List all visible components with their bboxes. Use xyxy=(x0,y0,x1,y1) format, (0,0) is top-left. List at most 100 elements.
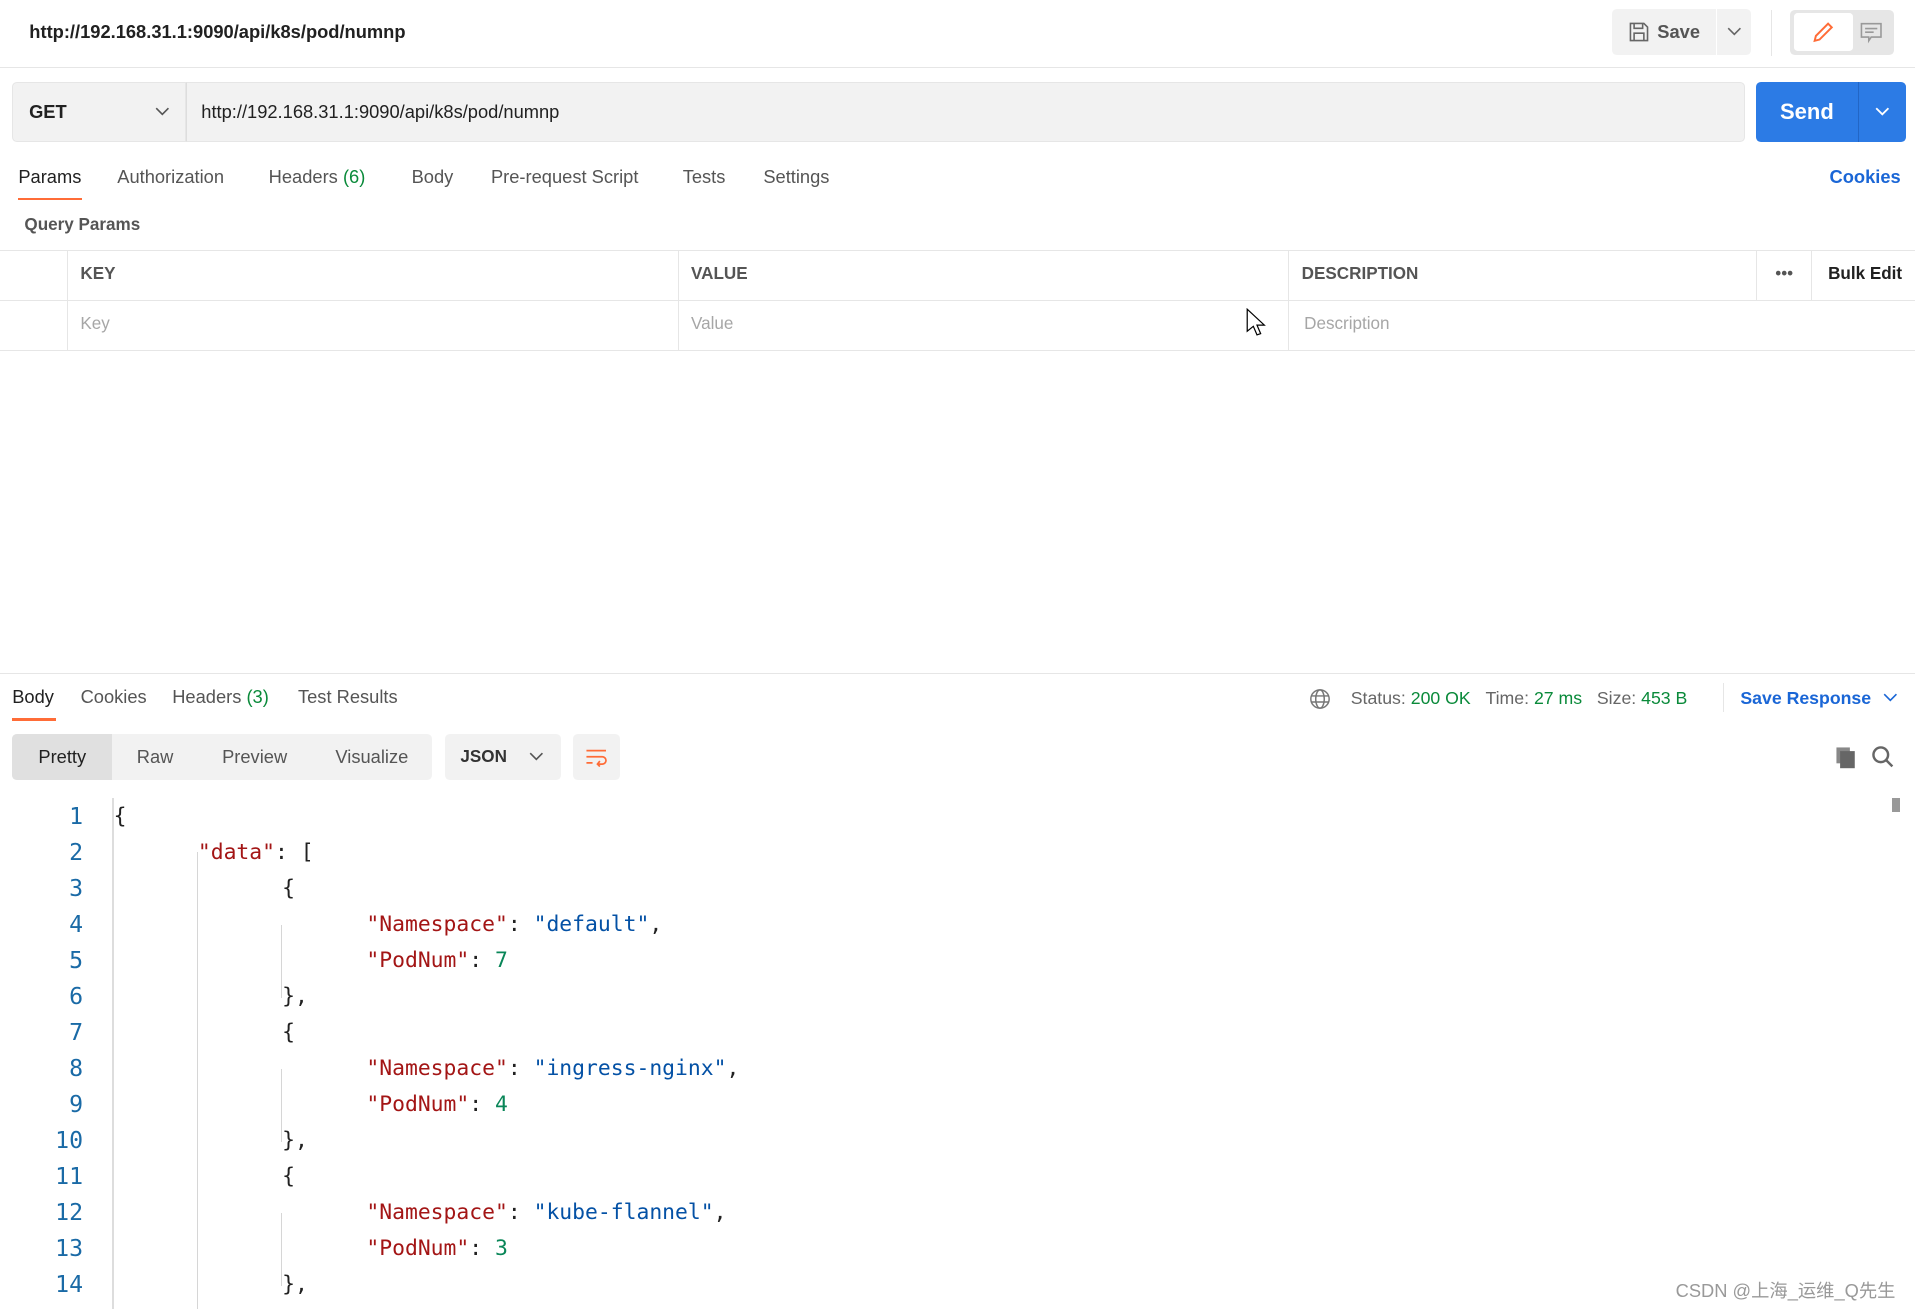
request-title[interactable]: http://192.168.31.1:9090/api/k8s/pod/num… xyxy=(29,21,405,43)
time-label: Time: xyxy=(1485,687,1530,708)
size-value[interactable]: 453 B xyxy=(1641,688,1687,708)
wrap-lines-button[interactable] xyxy=(572,734,621,781)
save-dropdown-button[interactable] xyxy=(1717,8,1752,55)
column-description: DESCRIPTION xyxy=(1288,251,1756,301)
url-input[interactable] xyxy=(185,81,1746,142)
json-token: { xyxy=(282,875,295,901)
format-value: JSON xyxy=(460,747,507,767)
code-line: "PodNum": 7 xyxy=(366,943,508,979)
line-number: 9 xyxy=(69,1090,84,1118)
json-token: }, xyxy=(282,1127,308,1153)
value-input[interactable]: Value xyxy=(677,301,1289,351)
save-response-button[interactable]: Save Response xyxy=(1740,688,1898,709)
code-line: }, xyxy=(282,979,308,1015)
time-value[interactable]: 27 ms xyxy=(1534,688,1582,708)
indent-guide xyxy=(280,1068,283,1142)
status-value[interactable]: 200 OK xyxy=(1411,688,1471,708)
view-toggle xyxy=(1790,9,1895,55)
tab-settings[interactable]: Settings xyxy=(763,166,829,188)
json-token: "Namespace" xyxy=(366,911,508,937)
tab-pre-request-script[interactable]: Pre-request Script xyxy=(491,166,638,188)
json-token: { xyxy=(282,1164,295,1189)
copy-icon[interactable] xyxy=(1834,745,1858,769)
json-token: 7 xyxy=(495,947,508,973)
code-line: { xyxy=(114,799,127,835)
view-raw[interactable]: Raw xyxy=(112,734,197,780)
json-token: : xyxy=(507,1200,534,1226)
json-token: 4 xyxy=(495,1091,508,1117)
view-preview[interactable]: Preview xyxy=(198,734,312,780)
scrollbar[interactable] xyxy=(1891,797,1901,813)
pane-divider[interactable] xyxy=(0,672,1915,675)
code-line: }, xyxy=(282,1123,308,1159)
json-token: "data" xyxy=(197,839,276,865)
tab-params[interactable]: Params xyxy=(18,166,81,188)
mouse-cursor-icon xyxy=(1246,307,1266,336)
tab-authorization[interactable]: Authorization xyxy=(117,166,224,188)
indent-guide xyxy=(280,924,283,998)
view-mode-tabs: Pretty Raw Preview Visualize xyxy=(12,734,433,781)
key-input[interactable]: Key xyxy=(67,301,678,351)
code-line: "PodNum": 3 xyxy=(366,1231,508,1267)
tab-body[interactable]: Body xyxy=(412,166,454,188)
chevron-down-icon xyxy=(1883,693,1898,702)
method-select[interactable]: GET xyxy=(12,81,186,142)
send-options-button[interactable] xyxy=(1857,81,1907,142)
column-value: VALUE xyxy=(677,251,1289,301)
line-number: 6 xyxy=(69,982,84,1010)
cookies-link[interactable]: Cookies xyxy=(1830,166,1901,188)
response-tab-test-results[interactable]: Test Results xyxy=(298,686,398,708)
code-line: "PodNum": 4 xyxy=(366,1087,508,1123)
response-tab-body[interactable]: Body xyxy=(12,686,54,708)
json-token: : xyxy=(507,1055,534,1081)
tab-headers[interactable]: Headers (6) xyxy=(269,166,366,188)
indent-guide xyxy=(196,852,198,1309)
json-token: "PodNum" xyxy=(366,947,470,973)
pencil-icon xyxy=(1813,22,1834,43)
json-token: , xyxy=(713,1200,727,1226)
line-number: 7 xyxy=(69,1018,84,1046)
line-number: 2 xyxy=(69,838,84,866)
table-header: KEY VALUE DESCRIPTION ••• Bulk Edit xyxy=(0,251,1915,302)
tab-label: Params xyxy=(18,166,82,188)
json-token: : xyxy=(469,947,495,973)
json-token: , xyxy=(726,1055,740,1081)
send-button-group: Send xyxy=(1756,81,1907,142)
save-button[interactable]: Save xyxy=(1612,8,1716,55)
line-number: 14 xyxy=(55,1271,84,1299)
chevron-down-icon xyxy=(1875,107,1890,116)
json-token: "PodNum" xyxy=(366,1236,470,1262)
comment-icon xyxy=(1861,23,1883,44)
description-input[interactable]: Description xyxy=(1288,301,1915,351)
view-visualize[interactable]: Visualize xyxy=(311,734,432,780)
format-select[interactable]: JSON xyxy=(444,734,561,781)
json-token: { xyxy=(113,803,127,829)
json-token: : xyxy=(507,911,534,937)
response-meta: Status: 200 OK Time: 27 ms Size: 453 B xyxy=(1351,688,1688,709)
status-label: Status: xyxy=(1350,687,1406,708)
comments-button[interactable] xyxy=(1853,13,1891,51)
globe-icon[interactable] xyxy=(1309,688,1331,710)
code-line: "Namespace": "ingress-nginx", xyxy=(366,1051,739,1087)
view-pretty[interactable]: Pretty xyxy=(12,734,113,781)
code-line: "Namespace": "default", xyxy=(366,907,662,943)
line-number: 8 xyxy=(69,1054,84,1082)
line-number: 5 xyxy=(69,946,84,974)
line-number: 13 xyxy=(55,1235,84,1263)
response-tab-headers[interactable]: Headers (3) xyxy=(172,686,269,708)
line-number: 1 xyxy=(69,802,84,830)
json-token: "kube-flannel" xyxy=(533,1200,714,1226)
tab-tests[interactable]: Tests xyxy=(683,166,726,188)
json-token: , xyxy=(649,911,663,937)
more-options-icon[interactable]: ••• xyxy=(1756,251,1811,301)
method-value: GET xyxy=(29,100,67,122)
search-icon[interactable] xyxy=(1871,745,1895,769)
headers-count: (3) xyxy=(246,686,269,708)
bulk-edit-button[interactable]: Bulk Edit xyxy=(1811,251,1915,301)
table-row: Key Value Description xyxy=(0,301,1915,351)
edit-mode-button[interactable] xyxy=(1794,13,1853,52)
line-number: 3 xyxy=(69,874,84,902)
response-tab-cookies[interactable]: Cookies xyxy=(81,686,147,708)
code-line: "data": [ xyxy=(198,835,314,871)
send-button[interactable]: Send xyxy=(1756,82,1857,142)
